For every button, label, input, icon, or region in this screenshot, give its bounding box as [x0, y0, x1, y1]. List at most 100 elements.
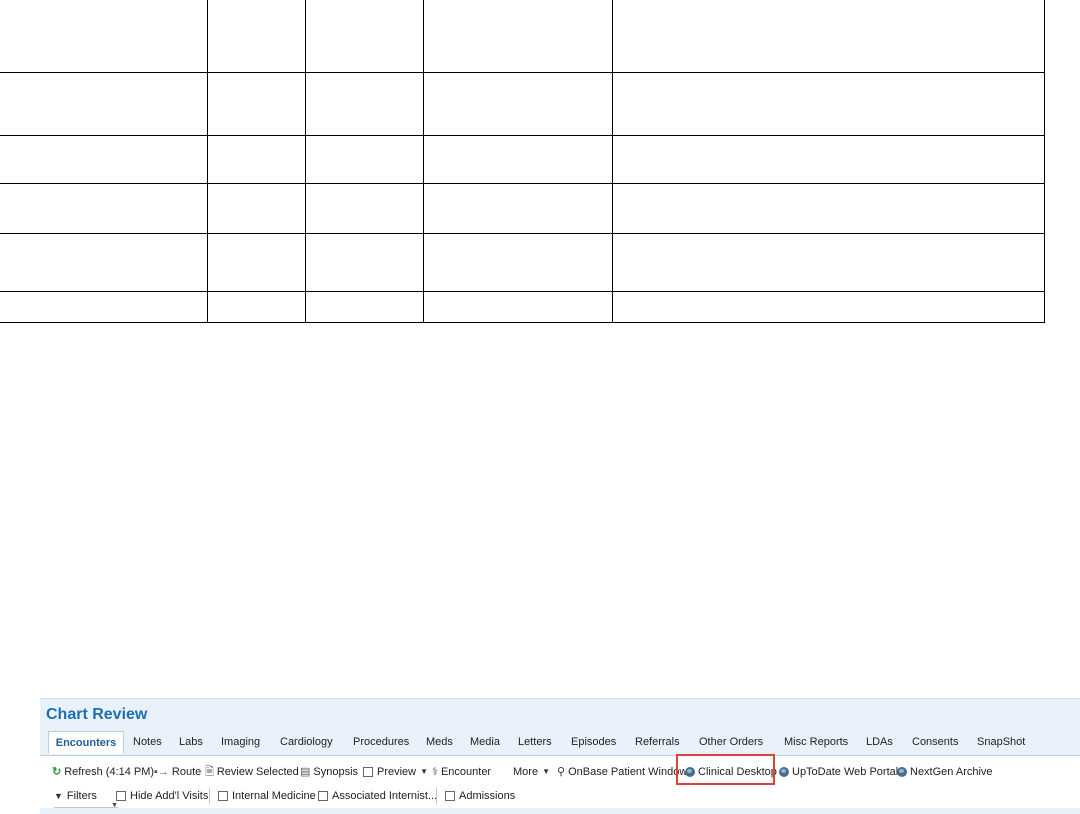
table-row	[0, 0, 1045, 73]
table-cell	[304, 71, 424, 136]
search-icon: ⚲	[557, 766, 566, 778]
synopsis-button[interactable]: ▤ Synopsis	[300, 764, 358, 780]
table-cell	[611, 0, 1045, 73]
tab-imaging[interactable]: Imaging	[221, 731, 260, 754]
associated-internist-label: Associated Internist...	[332, 790, 438, 802]
hide-addl-visits-toggle[interactable]: Hide Add'l Visits	[116, 788, 208, 804]
synopsis-icon: ▤	[300, 766, 311, 778]
internal-medicine-checkbox[interactable]	[218, 791, 228, 801]
stethoscope-icon: ⚕	[432, 766, 438, 778]
nextgen-button[interactable]: NextGen Archive	[897, 764, 993, 780]
encounter-button[interactable]: ⚕ Encounter	[432, 764, 491, 780]
tab-other-orders[interactable]: Other Orders	[699, 731, 763, 754]
tab-cardiology[interactable]: Cardiology	[280, 731, 333, 754]
table-cell	[422, 0, 613, 73]
table-cell	[611, 134, 1045, 184]
table-row	[0, 134, 1045, 184]
tab-labs[interactable]: Labs	[179, 731, 203, 754]
table-cell	[304, 290, 424, 323]
preview-toggle[interactable]: Preview ▼	[363, 764, 428, 780]
refresh-icon: ↻	[52, 766, 62, 778]
globe-icon	[897, 767, 907, 777]
table-cell	[611, 182, 1045, 234]
preview-checkbox[interactable]	[363, 767, 373, 777]
tab-snapshot[interactable]: SnapShot	[977, 731, 1025, 754]
uptodate-button[interactable]: UpToDate Web Portal	[779, 764, 898, 780]
filter-icon: ▼	[54, 791, 63, 801]
associated-internist-checkbox[interactable]	[318, 791, 328, 801]
encounter-label: Encounter	[440, 766, 492, 778]
synopsis-label: Synopsis	[313, 766, 359, 778]
preview-label: Preview	[377, 766, 417, 778]
table-cell	[422, 232, 613, 292]
tab-consents[interactable]: Consents	[912, 731, 958, 754]
table-cell	[0, 290, 208, 323]
table-row	[0, 290, 1045, 323]
admissions-checkbox[interactable]	[445, 791, 455, 801]
hide-addl-visits-checkbox[interactable]	[116, 791, 126, 801]
table-cell	[422, 71, 613, 136]
chevron-down-icon: ▼	[111, 802, 118, 809]
more-label: More	[513, 766, 539, 778]
refresh-button[interactable]: ↻ Refresh (4:14 PM)	[52, 764, 154, 780]
route-icon: ▪→	[154, 766, 169, 778]
filters-button[interactable]: ▼ Filters	[54, 788, 97, 804]
table-cell	[206, 0, 306, 73]
table-cell	[206, 232, 306, 292]
table-cell	[422, 134, 613, 184]
table-cell	[206, 182, 306, 234]
globe-icon	[779, 767, 789, 777]
table-cell	[0, 71, 208, 136]
tab-letters[interactable]: Letters	[518, 731, 552, 754]
onbase-label: OnBase Patient Window	[568, 766, 688, 778]
review-selected-button[interactable]: 🗎 Review Selected	[205, 764, 299, 780]
table-cell	[304, 182, 424, 234]
associated-internist-toggle[interactable]: Associated Internist...	[318, 788, 437, 804]
document-icon: 🗎	[205, 766, 214, 778]
uptodate-label: UpToDate Web Portal	[792, 766, 899, 778]
table-cell	[611, 232, 1045, 292]
table-cell	[206, 290, 306, 323]
onbase-button[interactable]: ⚲ OnBase Patient Window	[557, 764, 687, 780]
empty-table	[0, 0, 1045, 323]
table-row	[0, 71, 1045, 136]
chevron-down-icon[interactable]: ▼	[420, 764, 428, 780]
internal-medicine-label: Internal Medicine	[232, 790, 316, 802]
table-cell	[206, 71, 306, 136]
table-cell	[422, 290, 613, 323]
toolbar: ↻ Refresh (4:14 PM) ▪→ Route 🗎 Review Se…	[40, 756, 1080, 786]
tab-referrals[interactable]: Referrals	[635, 731, 680, 754]
route-button[interactable]: ▪→ Route	[154, 764, 201, 780]
internal-medicine-toggle[interactable]: Internal Medicine	[218, 788, 316, 804]
tab-meds[interactable]: Meds	[426, 731, 453, 754]
table-row	[0, 182, 1045, 234]
tab-notes[interactable]: Notes	[133, 731, 162, 754]
chart-review-panel: Chart Review Encounters Notes Labs Imagi…	[40, 698, 1080, 814]
admissions-toggle[interactable]: Admissions	[445, 788, 515, 804]
tab-ldas[interactable]: LDAs	[866, 731, 893, 754]
table-cell	[0, 182, 208, 234]
refresh-label: Refresh (4:14 PM)	[64, 766, 155, 778]
filter-bar: ▼ Filters Hide Add'l Visits Internal Med…	[40, 786, 1080, 808]
highlight-box	[676, 754, 775, 785]
tab-misc-reports[interactable]: Misc Reports	[784, 731, 848, 754]
filters-label: Filters	[66, 790, 97, 802]
tab-episodes[interactable]: Episodes	[571, 731, 616, 754]
review-selected-label: Review Selected	[216, 766, 299, 778]
table-cell	[304, 232, 424, 292]
divider	[436, 788, 437, 804]
table-cell	[304, 134, 424, 184]
tab-bar: Encounters Notes Labs Imaging Cardiology…	[40, 727, 1080, 756]
table-cell	[611, 290, 1045, 323]
table-cell	[422, 182, 613, 234]
tab-encounters[interactable]: Encounters	[48, 731, 124, 754]
nextgen-label: NextGen Archive	[910, 766, 993, 778]
tab-media[interactable]: Media	[470, 731, 500, 754]
more-menu[interactable]: More ▼	[513, 764, 550, 780]
table-cell	[0, 134, 208, 184]
chevron-down-icon: ▼	[542, 767, 550, 776]
table-row	[0, 232, 1045, 292]
tab-procedures[interactable]: Procedures	[353, 731, 409, 754]
table-cell	[0, 232, 208, 292]
admissions-label: Admissions	[459, 790, 516, 802]
